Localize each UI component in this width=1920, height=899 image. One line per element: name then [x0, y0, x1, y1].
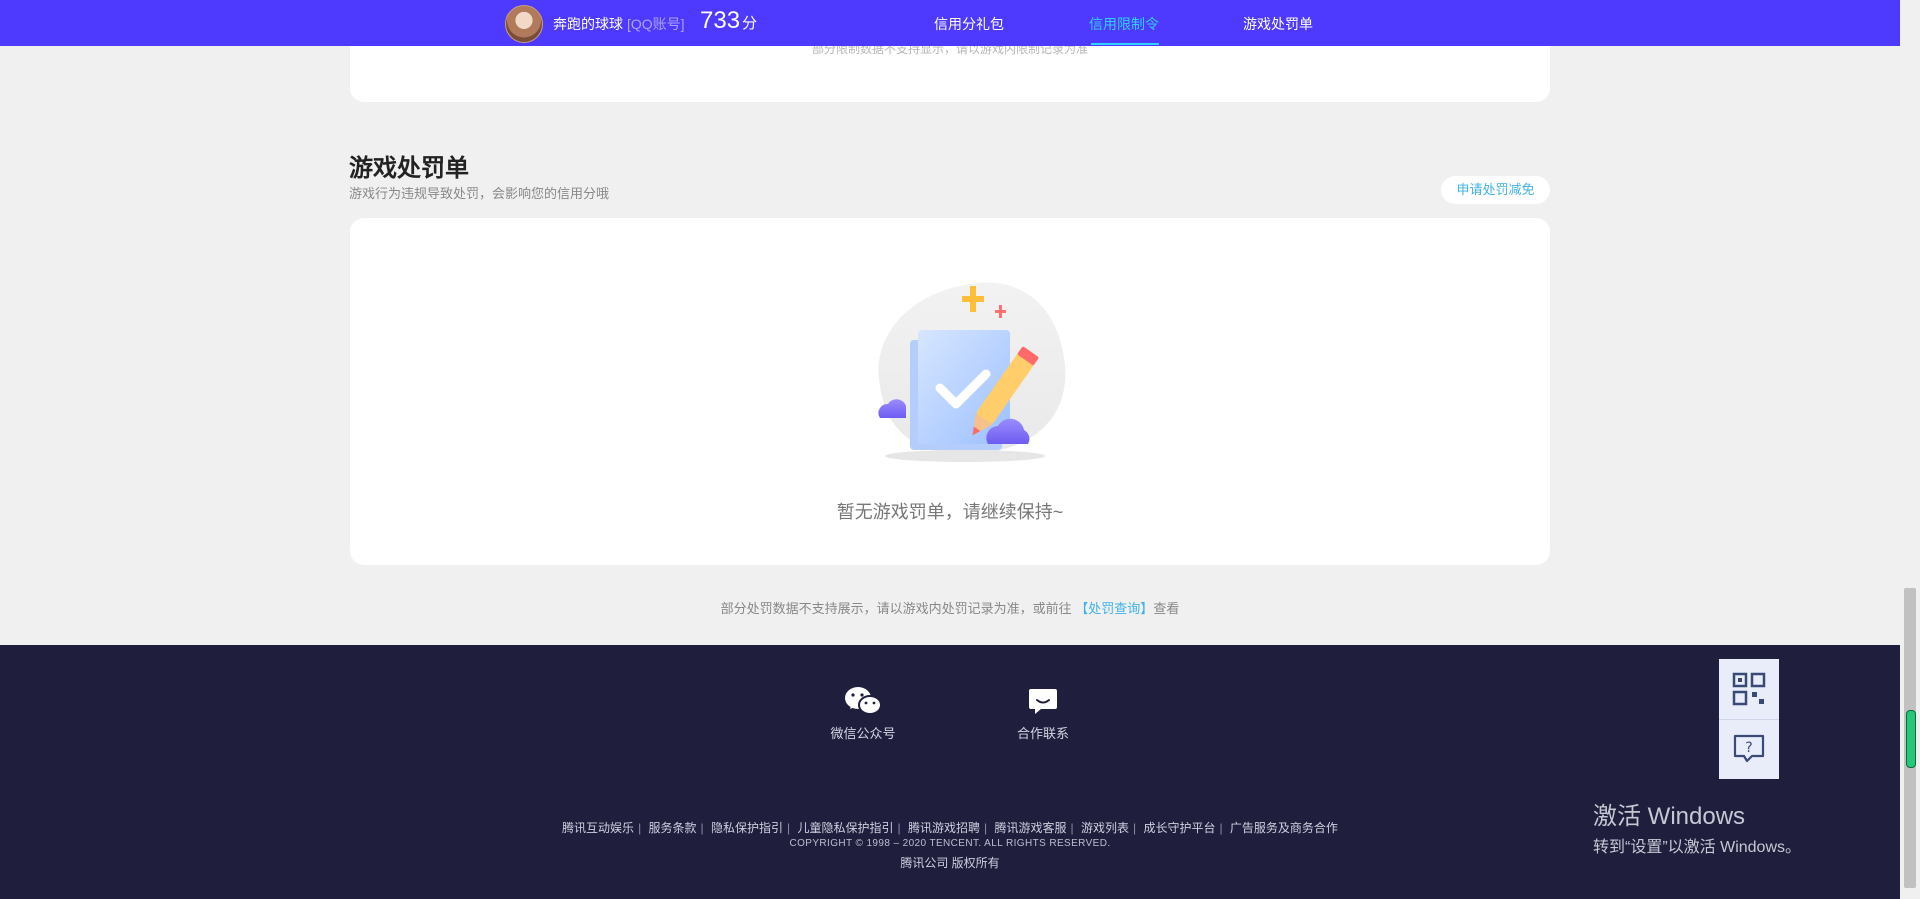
penalty-data-note: 部分处罚数据不支持展示，请以游戏内处罚记录为准，或前往 【处罚查询】查看 — [0, 598, 1900, 617]
credit-score-unit: 分 — [742, 15, 758, 32]
footer-link[interactable]: 服务条款 — [649, 821, 697, 835]
section-title: 游戏处罚单 — [349, 155, 469, 182]
footer: 微信公众号 合作联系 腾讯互动娱乐 | 服务条款 | 隐私保护指引 | 儿童隐私保护指… — [0, 645, 1900, 899]
credit-score: 733 分 — [700, 7, 757, 35]
page-scrollbar[interactable] — [1900, 0, 1920, 899]
feedback-button[interactable]: ? — [1719, 719, 1779, 779]
scroll-handle[interactable] — [1906, 710, 1916, 768]
note-text-after: 查看 — [1153, 601, 1180, 616]
footer-link[interactable]: 隐私保护指引 — [711, 821, 783, 835]
qrcode-icon — [1732, 672, 1766, 706]
note-text-before: 部分处罚数据不支持展示，请以游戏内处罚记录为准，或前往 — [720, 601, 1072, 616]
footer-link[interactable]: 腾讯互动娱乐 — [562, 821, 634, 835]
watermark-line2: 转到“设置”以激活 Windows。 — [1593, 839, 1802, 856]
svg-text:?: ? — [1745, 740, 1752, 756]
footer-contact[interactable]: 合作联系 — [988, 685, 1098, 742]
nav-credit-restriction[interactable]: 信用限制令 — [1089, 14, 1159, 34]
credit-score-value: 733 — [700, 7, 741, 34]
footer-wechat[interactable]: 微信公众号 — [808, 685, 918, 742]
feedback-icon: ? — [1733, 734, 1765, 763]
windows-activation-watermark: 激活 Windows 转到“设置”以激活 Windows。 — [1593, 796, 1801, 857]
footer-link[interactable]: 腾讯游戏招聘 — [908, 821, 980, 835]
empty-state-text: 暂无游戏罚单，请继续保持~ — [836, 502, 1064, 522]
active-tab-indicator — [1091, 43, 1159, 45]
top-nav-bar: 奔跑的球球 [QQ账号] 733 分 信用分礼包 信用限制令 游戏处罚单 — [0, 0, 1900, 46]
section-subtitle: 游戏行为违规导致处罚，会影响您的信用分哦 — [349, 186, 610, 201]
user-avatar[interactable] — [505, 5, 543, 43]
apply-penalty-reduction-button[interactable]: 申请处罚减免 — [1441, 176, 1550, 204]
penalty-query-link[interactable]: 【处罚查询】 — [1075, 601, 1153, 616]
footer-link[interactable]: 游戏列表 — [1081, 821, 1129, 835]
user-info: 奔跑的球球 [QQ账号] — [553, 14, 685, 34]
chat-bubble-icon — [1029, 689, 1057, 714]
footer-link[interactable]: 腾讯游戏客服 — [994, 821, 1066, 835]
qrcode-button[interactable] — [1719, 659, 1779, 720]
watermark-line1: 激活 Windows — [1593, 803, 1746, 830]
footer-link[interactable]: 成长守护平台 — [1143, 821, 1215, 835]
footer-link[interactable]: 儿童隐私保护指引 — [798, 821, 894, 835]
contact-label: 合作联系 — [1016, 726, 1069, 741]
penalty-card: 暂无游戏罚单，请继续保持~ — [350, 218, 1550, 565]
empty-state-illustration — [878, 282, 1066, 462]
username: 奔跑的球球 — [553, 16, 623, 32]
footer-link[interactable]: 广告服务及商务合作 — [1230, 821, 1338, 835]
wechat-icon — [845, 687, 882, 715]
account-type: [QQ账号] — [627, 16, 685, 32]
side-float-widget: ? — [1719, 659, 1779, 779]
nav-game-penalty[interactable]: 游戏处罚单 — [1243, 14, 1313, 34]
wechat-label: 微信公众号 — [830, 726, 896, 741]
nav-credit-gift[interactable]: 信用分礼包 — [934, 14, 1004, 34]
